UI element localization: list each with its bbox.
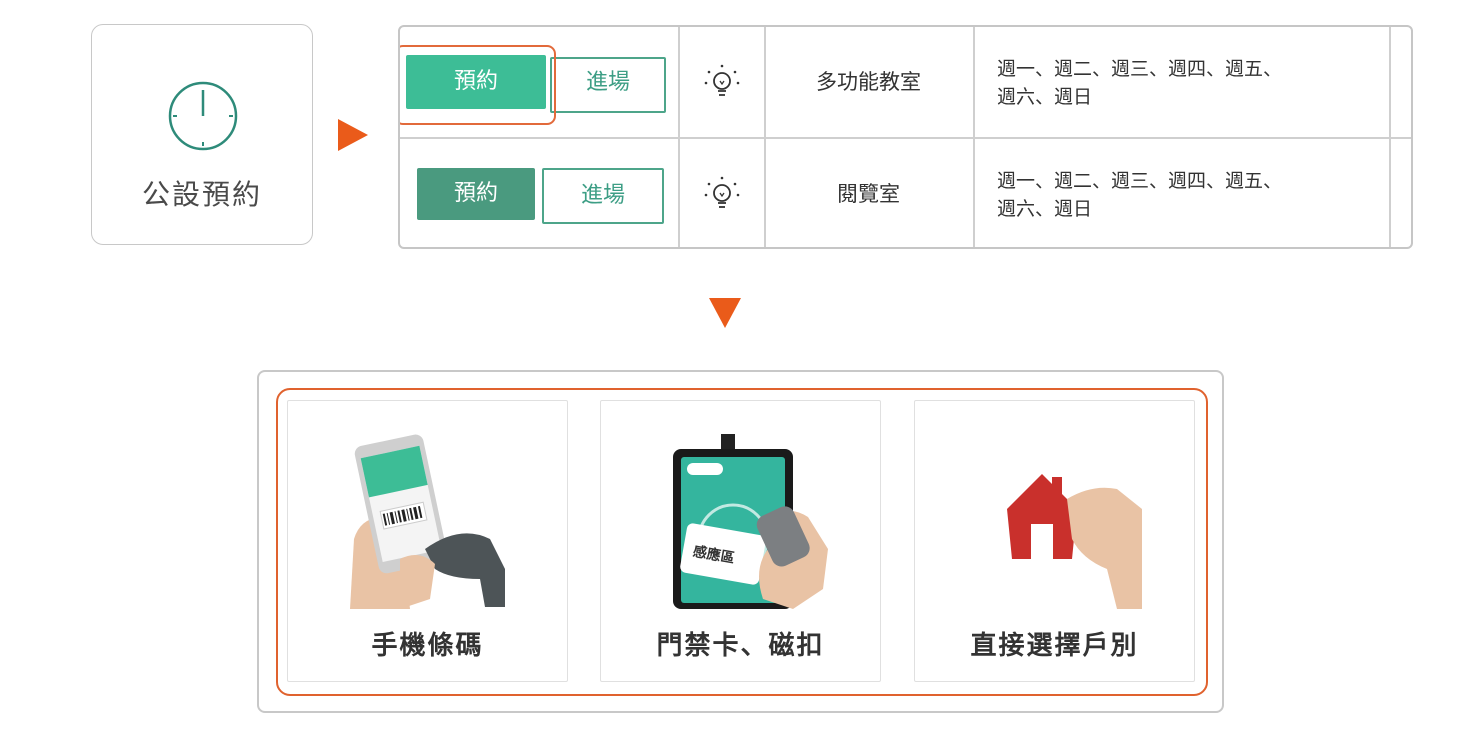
reserve-button[interactable]: 預約 bbox=[417, 168, 535, 220]
lightbulb-icon[interactable] bbox=[703, 173, 741, 213]
room-name: 多功能教室 bbox=[816, 70, 921, 94]
facility-booking-label: 公設預約 bbox=[141, 178, 262, 211]
enter-button[interactable]: 進場 bbox=[542, 168, 664, 224]
method-select-household[interactable]: 直接選擇戶別 bbox=[914, 400, 1195, 682]
facility-table: 預約 進場 多功能教室 週一、週二、週三、週四、週五、 週六、週日 預約 進場 … bbox=[398, 25, 1413, 249]
house-keychain-illustration bbox=[967, 429, 1147, 609]
method-phone-barcode[interactable]: 手機條碼 bbox=[287, 400, 568, 682]
method-label: 門禁卡、磁扣 bbox=[656, 631, 825, 661]
clock-icon bbox=[168, 81, 238, 151]
access-card-reader-illustration: 感應區 bbox=[653, 429, 833, 609]
facility-booking-card[interactable]: 公設預約 bbox=[91, 24, 313, 245]
open-days: 週一、週二、週三、週四、週五、 週六、週日 bbox=[997, 58, 1283, 108]
enter-button[interactable]: 進場 bbox=[550, 57, 666, 113]
arrow-down-icon bbox=[709, 298, 741, 328]
table-row: 預約 進場 多功能教室 週一、週二、週三、週四、週五、 週六、週日 bbox=[400, 27, 1411, 139]
phone-barcode-scan-illustration bbox=[340, 429, 520, 609]
method-label: 直接選擇戶別 bbox=[970, 631, 1139, 661]
method-access-card[interactable]: 感應區 門禁卡、磁扣 bbox=[600, 400, 881, 682]
method-label: 手機條碼 bbox=[371, 631, 484, 661]
open-days: 週一、週二、週三、週四、週五、 週六、週日 bbox=[997, 170, 1283, 220]
table-row: 預約 進場 閱覽室 週一、週二、週三、週四、週五、 週六、週日 bbox=[400, 139, 1411, 247]
arrow-right-icon bbox=[338, 119, 368, 151]
reserve-button[interactable]: 預約 bbox=[406, 55, 546, 109]
lightbulb-icon[interactable] bbox=[703, 61, 741, 101]
room-name: 閱覽室 bbox=[837, 182, 900, 206]
